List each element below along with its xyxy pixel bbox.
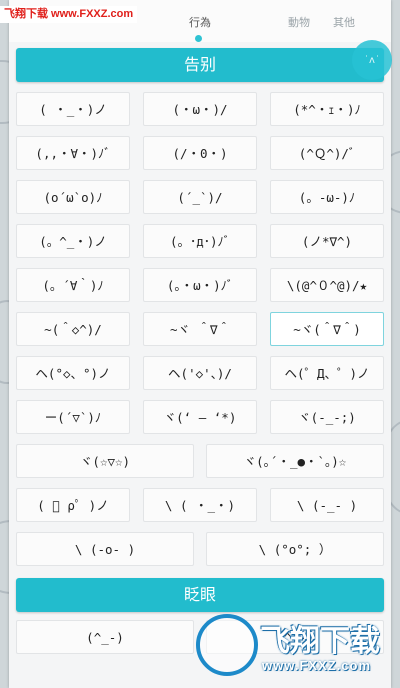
emoticon-card[interactable]: \ (°o°; ） (206, 532, 384, 566)
logo-text: 飞翔下载 (260, 624, 380, 659)
emoticon-card[interactable]: \(@^０^@)/★ (270, 268, 384, 302)
emoticon-card[interactable]: ヾ(☆▽☆) (16, 444, 194, 478)
emoticon-card[interactable]: (。・ω・)ﾉﾞ (143, 268, 257, 302)
emoticon-card[interactable]: \ (-_- ) (270, 488, 384, 522)
emoticon-card[interactable]: (´_`)/ (143, 180, 257, 214)
logo-ring-icon (196, 614, 258, 676)
emoticon-card[interactable]: (,,・∀・)ﾉﾞ (16, 136, 130, 170)
emoticon-card[interactable]: ヾ(‘ – ‘*) (143, 400, 257, 434)
floating-action-button[interactable]: ˙ʌ˙ (352, 40, 392, 80)
emoticon-card[interactable]: (。-ω-)ﾉ (270, 180, 384, 214)
emoticon-card[interactable]: ~ヾ ＾∇＾ (143, 312, 257, 346)
watermark-banner: 飞翔下载 www.FXXZ.com (0, 6, 138, 23)
emoticon-card[interactable]: ヘ(°◇、°)ノ (16, 356, 130, 390)
fab-label: ˙ʌ˙ (364, 54, 380, 66)
emoticon-card[interactable]: ヾ(｡´・_●・`｡)☆ (206, 444, 384, 478)
tab-behavior[interactable]: 行為 (170, 14, 230, 30)
emoticon-card[interactable]: ー(´▽`)ﾉ (16, 400, 130, 434)
emoticon-card[interactable]: (・ω・)/ (143, 92, 257, 126)
emoticon-card[interactable]: (o´ω`o)ﾉ (16, 180, 130, 214)
emoticon-card[interactable]: \ ( ・_・) (143, 488, 257, 522)
emoticon-card[interactable]: ヾ(-_-;) (270, 400, 384, 434)
emoticon-card[interactable]: ヘ(゜Д、゜)ノ (270, 356, 384, 390)
emoticon-card[interactable]: (。^_・)ノ (16, 224, 130, 258)
tab-other[interactable]: 其他 (314, 14, 374, 30)
section-header-farewell: 告别 (16, 48, 384, 82)
site-logo: 飞翔下载 www.FXXZ.com (196, 604, 390, 688)
emoticon-card[interactable]: (。´∀｀)ﾉ (16, 268, 130, 302)
emoticon-card[interactable]: (^_-) (16, 620, 194, 654)
emoticon-card[interactable]: ~(＾◇^)/ (16, 312, 130, 346)
emoticon-card[interactable]: (。･д･)ﾉﾞ (143, 224, 257, 258)
emoticon-card[interactable]: ~ヾ(＾∇＾) (270, 312, 384, 346)
active-tab-indicator (195, 35, 202, 42)
emoticon-card[interactable]: \ (-o- ) (16, 532, 194, 566)
emoticon-card[interactable]: ( ﾟ ρﾟ )ノ (16, 488, 130, 522)
emoticon-card[interactable]: (^Ｑ^)/ﾞ (270, 136, 384, 170)
logo-url: www.FXXZ.com (262, 658, 372, 673)
emoticon-card[interactable]: (*^・ｪ・)ﾉ (270, 92, 384, 126)
emoticon-card[interactable]: (ノ*∇^) (270, 224, 384, 258)
phrase-panel: 行為 動物 其他 告别 ( ・_・)ノ (・ω・)/(*^・ｪ・)ﾉ (,,・∀・)… (9, 0, 391, 688)
emoticon-card[interactable]: ( ・_・)ノ (16, 92, 130, 126)
emoticon-card[interactable]: (/・0・) (143, 136, 257, 170)
emoticon-card[interactable]: ヘ('◇'、)/ (143, 356, 257, 390)
